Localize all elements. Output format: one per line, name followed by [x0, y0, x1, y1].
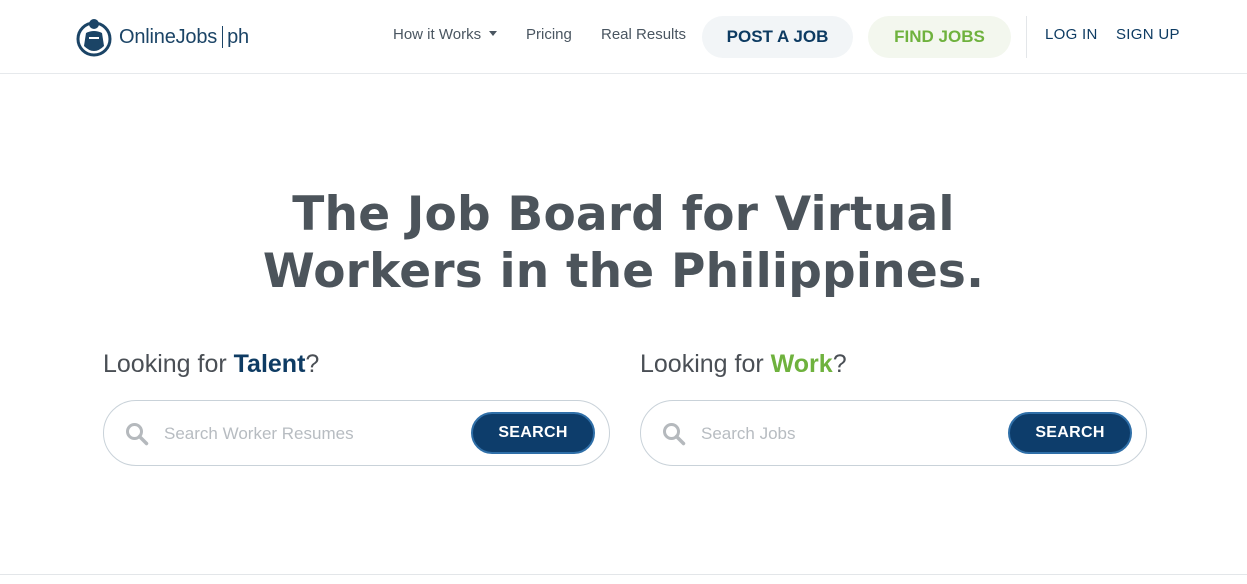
- section-divider: [0, 574, 1247, 575]
- talent-heading-prefix: Looking for: [103, 350, 234, 378]
- talent-search-box: SEARCH: [103, 400, 610, 466]
- logo-name: OnlineJobs: [119, 25, 218, 48]
- work-heading-prefix: Looking for: [640, 350, 771, 378]
- hero-headline-line1: The Job Board for Virtual: [292, 187, 955, 242]
- nav-real-results[interactable]: Real Results: [601, 26, 686, 43]
- talent-search-input[interactable]: [164, 419, 464, 449]
- signup-link[interactable]: SIGN UP: [1116, 26, 1180, 43]
- talent-heading-suffix: ?: [305, 350, 320, 378]
- logo-icon: [75, 16, 113, 58]
- find-jobs-button[interactable]: FIND JOBS: [868, 16, 1011, 58]
- hero-headline-line2: Workers in the Philippines.: [262, 244, 985, 299]
- site-header: OnlineJobs ph How it Works Pricing Real …: [0, 0, 1247, 74]
- search-icon: [662, 422, 686, 451]
- logo-separator: [222, 26, 224, 48]
- logo-suffix: ph: [227, 25, 249, 48]
- search-icon: [125, 422, 149, 451]
- work-search-button[interactable]: SEARCH: [1008, 412, 1132, 454]
- work-heading-highlight: Work: [770, 350, 833, 378]
- caret-down-icon: [489, 30, 498, 36]
- header-divider: [1026, 16, 1027, 58]
- logo-text: OnlineJobs ph: [119, 26, 249, 49]
- nav-how-it-works-label: How it Works: [393, 26, 482, 43]
- hero-headline: The Job Board for Virtual Workers in the…: [0, 186, 1247, 300]
- work-heading: Looking for Work?: [640, 350, 847, 379]
- work-heading-suffix: ?: [832, 350, 847, 378]
- nav-pricing[interactable]: Pricing: [526, 26, 572, 43]
- login-link[interactable]: LOG IN: [1045, 26, 1098, 43]
- talent-search-button[interactable]: SEARCH: [471, 412, 595, 454]
- post-a-job-button[interactable]: POST A JOB: [702, 16, 853, 58]
- work-search-input[interactable]: [701, 419, 1001, 449]
- nav-how-it-works[interactable]: How it Works: [393, 26, 498, 43]
- work-search-box: SEARCH: [640, 400, 1147, 466]
- talent-heading: Looking for Talent?: [103, 350, 319, 379]
- logo-link[interactable]: OnlineJobs ph: [75, 16, 249, 58]
- talent-heading-highlight: Talent: [233, 350, 306, 378]
